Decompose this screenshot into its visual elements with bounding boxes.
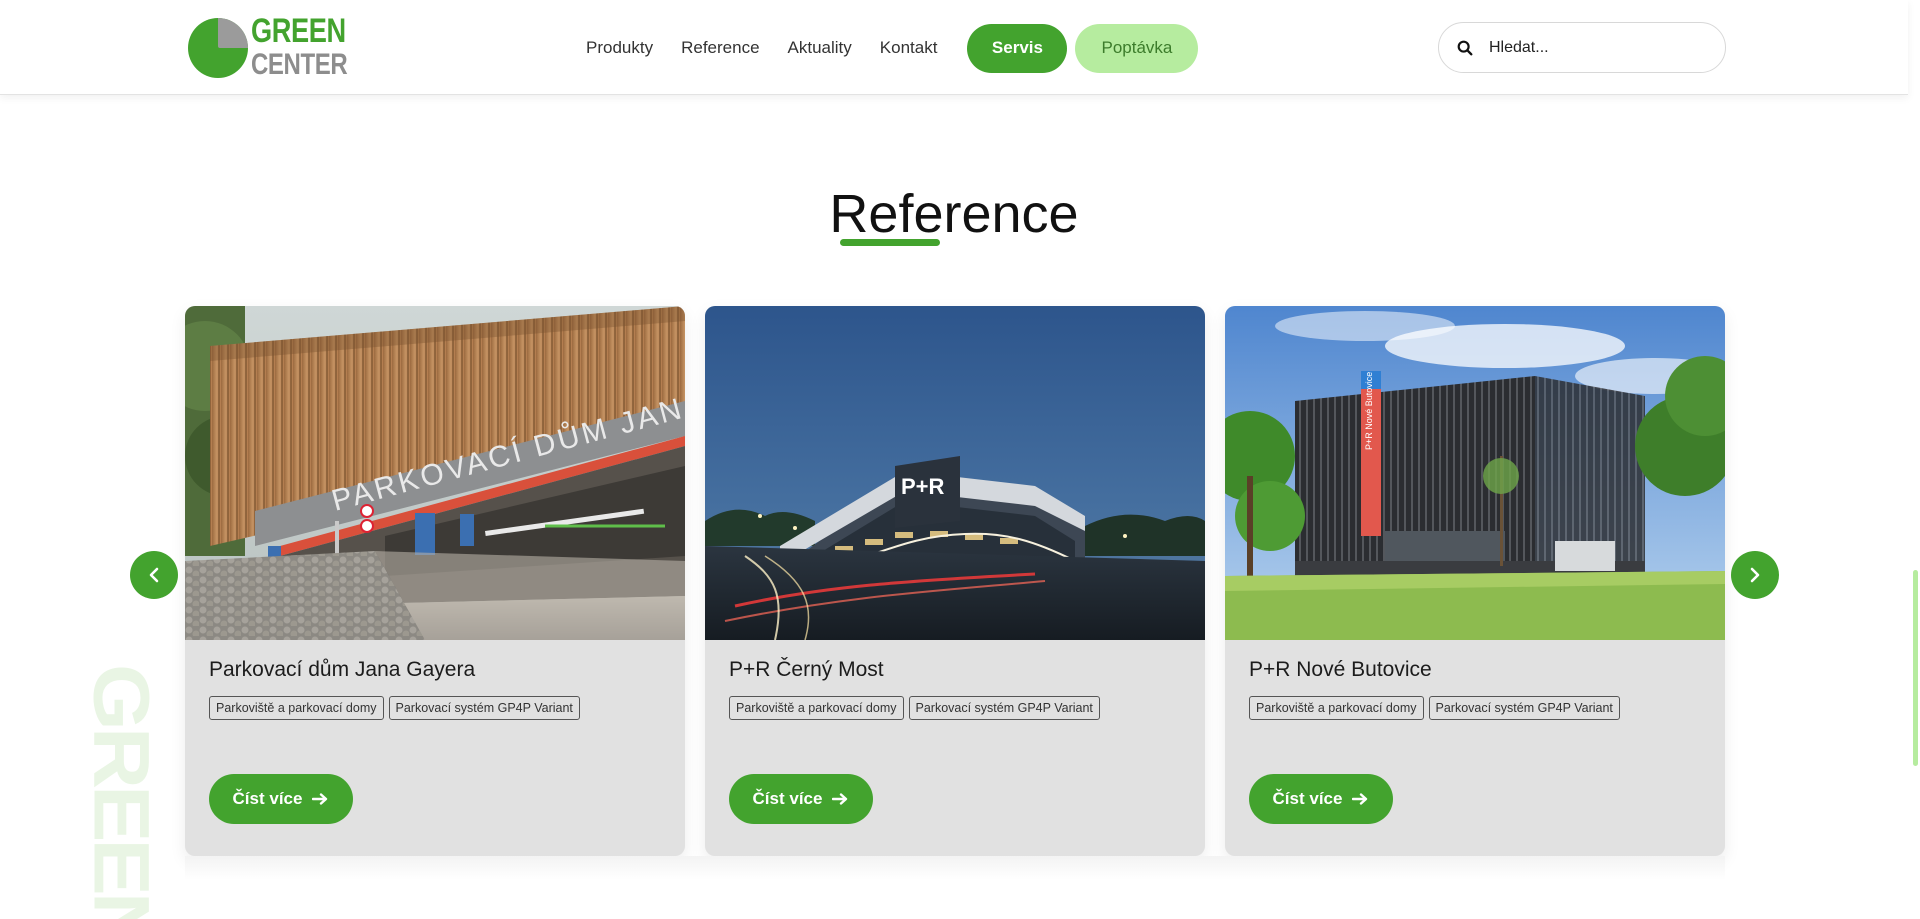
site-header: GREEN CENTER Produkty Reference Aktualit… <box>0 0 1908 95</box>
card-title[interactable]: P+R Černý Most <box>729 658 884 682</box>
card-title[interactable]: Parkovací dům Jana Gayera <box>209 658 475 682</box>
card-title[interactable]: P+R Nové Butovice <box>1249 658 1432 682</box>
read-more-label: Číst více <box>1272 789 1343 808</box>
carousel-next-button[interactable] <box>1731 551 1779 599</box>
tag-gp4p-variant[interactable]: Parkovací systém GP4P Variant <box>908 696 1100 720</box>
read-more-label: Číst více <box>232 789 303 808</box>
card-tags: Parkoviště a parkovací domy Parkovací sy… <box>209 696 585 720</box>
logo-text-green: GREEN <box>251 12 346 50</box>
reference-card[interactable]: P+R P+R Černý Most Parkoviště a parkovac… <box>705 306 1205 856</box>
read-more-button[interactable]: Číst více <box>1249 774 1393 824</box>
tag-gp4p-variant[interactable]: Parkovací systém GP4P Variant <box>1428 696 1620 720</box>
title-underline <box>840 239 940 246</box>
arrow-right-icon <box>1352 793 1369 805</box>
card-image-pr-nove-butovice[interactable]: P+R Nové Butovice <box>1225 306 1725 640</box>
card-tags: Parkoviště a parkovací domy Parkovací sy… <box>729 696 1105 720</box>
search-input[interactable] <box>1489 33 1709 63</box>
decorative-green-text: GREEN <box>76 664 166 919</box>
reference-card[interactable]: PARKOVACÍ DŮM JANA GAYERA <box>185 306 685 856</box>
tag-parkoviste[interactable]: Parkoviště a parkovací domy <box>1249 696 1424 720</box>
search-box <box>1438 22 1726 73</box>
card-image-pr-cerny-most[interactable]: P+R <box>705 306 1205 640</box>
scrollbar-thumb[interactable] <box>1913 570 1918 766</box>
nav-reference[interactable]: Reference <box>681 38 759 58</box>
tag-parkoviste[interactable]: Parkoviště a parkovací domy <box>729 696 904 720</box>
servis-button[interactable]: Servis <box>967 23 1068 73</box>
nav-aktuality[interactable]: Aktuality <box>788 38 852 58</box>
tag-parkoviste[interactable]: Parkoviště a parkovací domy <box>209 696 384 720</box>
read-more-button[interactable]: Číst více <box>209 774 353 824</box>
nav-kontakt[interactable]: Kontakt <box>880 38 938 58</box>
logo[interactable]: GREEN CENTER <box>188 12 358 81</box>
read-more-button[interactable]: Číst více <box>729 774 873 824</box>
card-image-parking-house[interactable]: PARKOVACÍ DŮM JANA GAYERA <box>185 306 685 640</box>
arrow-right-icon <box>832 793 849 805</box>
logo-mark <box>188 18 248 78</box>
chevron-left-icon <box>149 567 159 583</box>
read-more-label: Číst více <box>752 789 823 808</box>
reference-carousel: PARKOVACÍ DŮM JANA GAYERA <box>185 306 1725 856</box>
arrow-right-icon <box>312 793 329 805</box>
card-image-signage: P+R Nové Butovice <box>1364 372 1374 450</box>
poptavka-button[interactable]: Poptávka <box>1075 23 1199 73</box>
carousel-prev-button[interactable] <box>130 551 178 599</box>
chevron-right-icon <box>1750 567 1760 583</box>
logo-text-center: CENTER <box>251 48 348 81</box>
page-scrollbar[interactable] <box>1908 0 1920 919</box>
card-image-signage: P+R <box>901 474 945 499</box>
search-icon[interactable] <box>1456 39 1474 57</box>
nav-produkty[interactable]: Produkty <box>586 38 653 58</box>
reference-card[interactable]: P+R Nové Butovice P+R Nové Butovice Park… <box>1225 306 1725 856</box>
tag-gp4p-variant[interactable]: Parkovací systém GP4P Variant <box>388 696 580 720</box>
card-tags: Parkoviště a parkovací domy Parkovací sy… <box>1249 696 1625 720</box>
carousel-shadow <box>185 856 1725 880</box>
main-nav: Produkty Reference Aktuality Kontakt Ser… <box>586 23 1199 73</box>
section-title: Reference <box>829 184 1079 244</box>
